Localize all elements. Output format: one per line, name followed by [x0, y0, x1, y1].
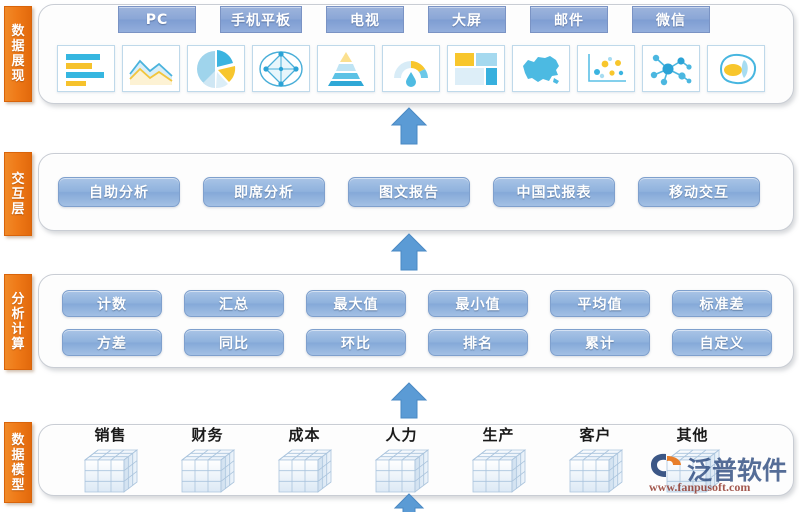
- interaction-button-2[interactable]: 图文报告: [348, 177, 470, 207]
- layer-label-char: 算: [11, 337, 25, 352]
- interaction-button-1[interactable]: 即席分析: [203, 177, 325, 207]
- analysis-button-10[interactable]: 累计: [550, 329, 650, 356]
- data-model-cube-label: 人力: [385, 426, 418, 444]
- cube-icon: [568, 449, 623, 493]
- layer-label-interaction: 交互层: [4, 152, 32, 236]
- layer-label-char: 现: [11, 69, 25, 84]
- data-model-cube-art: [275, 447, 335, 495]
- analysis-button-3[interactable]: 最小值: [428, 290, 528, 317]
- cube-icon: [277, 449, 332, 493]
- data-model-cube-label: 销售: [94, 426, 127, 444]
- arrow-datamodel-up: [393, 492, 425, 516]
- interaction-button-row: 自助分析 即席分析 图文报告 中国式报表 移动交互: [58, 177, 760, 207]
- interaction-button-4[interactable]: 移动交互: [638, 177, 760, 207]
- data-model-cube-art: [663, 447, 723, 495]
- arrow-interaction-up: [389, 232, 429, 276]
- channel-button-5[interactable]: 微信: [632, 6, 710, 33]
- layer-label-char: 析: [11, 307, 25, 322]
- gauge-chart-icon[interactable]: [382, 45, 440, 92]
- analysis-button-11[interactable]: 自定义: [672, 329, 772, 356]
- data-model-cube-art: [372, 447, 432, 495]
- channel-button-4[interactable]: 邮件: [530, 6, 608, 33]
- arrow-presentation-up: [389, 106, 429, 150]
- chart-icon-row: [57, 45, 765, 92]
- analysis-button-2[interactable]: 最大值: [306, 290, 406, 317]
- data-model-cube-art: [178, 447, 238, 495]
- layer-label-presentation: 数据展现: [4, 6, 32, 102]
- pie-chart-icon[interactable]: [187, 45, 245, 92]
- analysis-button-0[interactable]: 计数: [62, 290, 162, 317]
- data-model-cube-label: 生产: [482, 426, 515, 444]
- cube-icon: [83, 449, 138, 493]
- layer-label-char: 据: [11, 39, 25, 54]
- data-model-cube-1[interactable]: 财务: [159, 424, 256, 495]
- data-model-cube-art: [469, 447, 529, 495]
- channel-button-0[interactable]: PC: [118, 6, 196, 33]
- line-chart-icon[interactable]: [122, 45, 180, 92]
- cube-icon: [180, 449, 235, 493]
- data-model-cube-3[interactable]: 人力: [353, 424, 450, 495]
- data-model-cube-label: 客户: [579, 426, 612, 444]
- data-model-cube-5[interactable]: 客户: [547, 424, 644, 495]
- layer-label-char: 数: [11, 432, 25, 448]
- data-model-cube-0[interactable]: 销售: [62, 424, 159, 495]
- analysis-button-grid: 计数 汇总 最大值 最小值 平均值 标准差方差 同比 环比 排名 累计 自定义: [62, 290, 772, 356]
- layer-label-char: 型: [11, 477, 25, 493]
- data-model-cube-art: [566, 447, 626, 495]
- china-map-icon[interactable]: [512, 45, 570, 92]
- layer-label-char: 模: [11, 462, 25, 478]
- interaction-button-3[interactable]: 中国式报表: [493, 177, 615, 207]
- layer-label-char: 分: [11, 292, 25, 307]
- analysis-button-4[interactable]: 平均值: [550, 290, 650, 317]
- cube-icon: [471, 449, 526, 493]
- data-model-cube-row: 销售 财务 成本 人力 生产 客户 其他: [62, 424, 741, 495]
- cube-icon: [374, 449, 429, 493]
- analysis-button-7[interactable]: 同比: [184, 329, 284, 356]
- channel-button-2[interactable]: 电视: [326, 6, 404, 33]
- data-model-cube-label: 成本: [288, 426, 321, 444]
- layer-label-char: 层: [11, 201, 25, 217]
- scatter-chart-icon[interactable]: [577, 45, 635, 92]
- bar-chart-icon[interactable]: [57, 45, 115, 92]
- layer-label-char: 数: [11, 24, 25, 39]
- layer-label-datamodel: 数据模型: [4, 422, 32, 503]
- data-model-cube-6[interactable]: 其他: [644, 424, 741, 495]
- arrow-analysis-up: [389, 382, 429, 424]
- analysis-button-1[interactable]: 汇总: [184, 290, 284, 317]
- layer-label-char: 据: [11, 447, 25, 463]
- radar-network-icon[interactable]: [252, 45, 310, 92]
- pyramid-chart-icon[interactable]: [317, 45, 375, 92]
- data-model-cube-4[interactable]: 生产: [450, 424, 547, 495]
- data-model-cube-label: 财务: [191, 426, 224, 444]
- analysis-button-9[interactable]: 排名: [428, 329, 528, 356]
- treemap-chart-icon[interactable]: [447, 45, 505, 92]
- data-model-cube-art: [81, 447, 141, 495]
- analysis-button-5[interactable]: 标准差: [672, 290, 772, 317]
- bubble-blob-icon[interactable]: [707, 45, 765, 92]
- analysis-button-6[interactable]: 方差: [62, 329, 162, 356]
- layer-label-char: 计: [11, 322, 25, 337]
- layer-label-char: 交: [11, 171, 25, 187]
- interaction-button-0[interactable]: 自助分析: [58, 177, 180, 207]
- data-model-cube-label: 其他: [676, 426, 709, 444]
- layer-label-char: 互: [11, 186, 25, 202]
- data-model-cube-2[interactable]: 成本: [256, 424, 353, 495]
- analysis-button-8[interactable]: 环比: [306, 329, 406, 356]
- relation-graph-icon[interactable]: [642, 45, 700, 92]
- cube-icon: [665, 449, 720, 493]
- channel-button-3[interactable]: 大屏: [428, 6, 506, 33]
- channel-button-row: PC 手机平板 电视 大屏 邮件 微信: [118, 6, 710, 33]
- layer-label-analysis: 分析计算: [4, 274, 32, 370]
- layer-label-char: 展: [11, 54, 25, 69]
- channel-button-1[interactable]: 手机平板: [220, 6, 302, 33]
